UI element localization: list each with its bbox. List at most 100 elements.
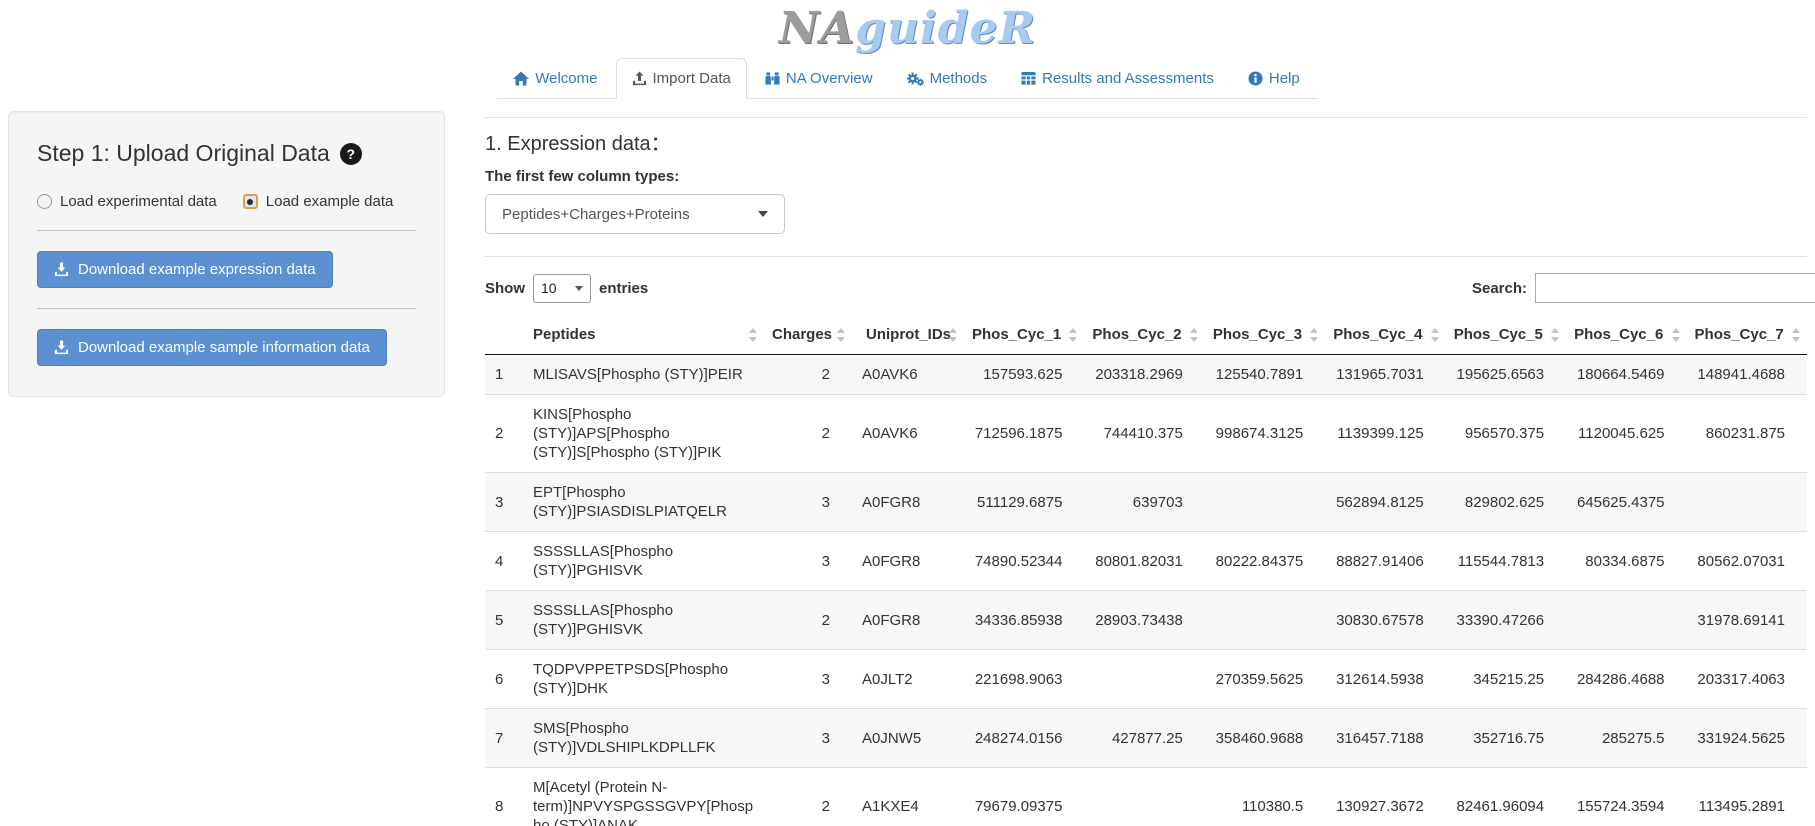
table-row: 1MLISAVS[Phospho (STY)]PEIR2A0AVK6157593… bbox=[485, 355, 1807, 395]
sort-icon bbox=[1792, 327, 1800, 343]
table-cell: A0FGR8 bbox=[852, 473, 964, 532]
table-row: 2KINS[Phospho (STY)]APS[Phospho (STY)]S[… bbox=[485, 395, 1807, 473]
table-cell: 248274.0156 bbox=[964, 709, 1084, 768]
table-cell: 3 bbox=[764, 650, 852, 709]
table-cell: KINS[Phospho (STY)]APS[Phospho (STY)]S[P… bbox=[519, 395, 764, 473]
table-cell: 3 bbox=[485, 473, 519, 532]
upload-icon bbox=[632, 71, 647, 86]
radio-label: Load example data bbox=[266, 193, 394, 210]
column-header-phos_cyc_1[interactable]: Phos_Cyc_1 bbox=[964, 315, 1084, 355]
table-cell bbox=[1084, 650, 1204, 709]
column-header-phos_cyc_3[interactable]: Phos_Cyc_3 bbox=[1205, 315, 1325, 355]
table-cell: 285275.5 bbox=[1566, 709, 1686, 768]
table-cell bbox=[1687, 473, 1807, 532]
table-cell: 956570.375 bbox=[1446, 395, 1566, 473]
sort-icon bbox=[837, 327, 845, 343]
radio-load-experimental-data[interactable]: Load experimental data bbox=[37, 193, 217, 210]
table-cell: 2 bbox=[764, 395, 852, 473]
table-cell: 155724.3594 bbox=[1566, 768, 1686, 826]
column-header-phos_cyc_4[interactable]: Phos_Cyc_4 bbox=[1325, 315, 1445, 355]
divider bbox=[37, 308, 416, 309]
page-length-select[interactable]: 10 bbox=[533, 274, 591, 303]
table-cell: 8 bbox=[485, 768, 519, 826]
data-source-radio-group: Load experimental data Load example data bbox=[37, 193, 416, 210]
table-cell: 195625.6563 bbox=[1446, 355, 1566, 395]
button-label: Download example sample information data bbox=[78, 339, 370, 356]
divider bbox=[485, 117, 1807, 118]
table-cell: 860231.875 bbox=[1687, 395, 1807, 473]
tab-label: NA Overview bbox=[786, 70, 873, 87]
table-cell: 80562.07031 bbox=[1687, 532, 1807, 591]
table-cell: 88827.91406 bbox=[1325, 532, 1445, 591]
button-label: Download example expression data bbox=[78, 261, 316, 278]
download-example-expression-data-button[interactable]: Download example expression data bbox=[37, 251, 333, 288]
table-cell: A0FGR8 bbox=[852, 532, 964, 591]
tab-import-data[interactable]: Import Data bbox=[616, 58, 747, 99]
download-icon bbox=[54, 340, 69, 355]
table-cell: 7 bbox=[485, 709, 519, 768]
table-row: 5SSSSLLAS[Phospho (STY)]PGHISVK2A0FGR834… bbox=[485, 591, 1807, 650]
table-cell: 6 bbox=[485, 650, 519, 709]
table-cell: 3 bbox=[764, 532, 852, 591]
column-header-phos_cyc_5[interactable]: Phos_Cyc_5 bbox=[1446, 315, 1566, 355]
table-cell: A1KXE4 bbox=[852, 768, 964, 826]
entries-label: entries bbox=[599, 280, 648, 297]
column-header-phos_cyc_6[interactable]: Phos_Cyc_6 bbox=[1566, 315, 1686, 355]
table-cell: 645625.4375 bbox=[1566, 473, 1686, 532]
column-header-uniprot_ids[interactable]: Uniprot_IDs bbox=[852, 315, 964, 355]
table-cell: 33390.47266 bbox=[1446, 591, 1566, 650]
tab-na-overview[interactable]: NA Overview bbox=[749, 58, 889, 99]
logo-part-guider: guideR bbox=[855, 3, 1036, 54]
table-cell bbox=[1084, 768, 1204, 826]
table-cell: 2 bbox=[764, 768, 852, 826]
table-cell: 511129.6875 bbox=[964, 473, 1084, 532]
table-cell: 2 bbox=[764, 355, 852, 395]
tab-label: Welcome bbox=[535, 70, 597, 87]
table-cell: SSSSLLAS[Phospho (STY)]PGHISVK bbox=[519, 591, 764, 650]
column-header-charges[interactable]: Charges bbox=[764, 315, 852, 355]
search-input[interactable] bbox=[1535, 273, 1815, 303]
home-icon bbox=[513, 71, 529, 86]
table-cell: 352716.75 bbox=[1446, 709, 1566, 768]
table-cell: 3 bbox=[764, 473, 852, 532]
table-cell: 1139399.125 bbox=[1325, 395, 1445, 473]
upload-panel: Step 1: Upload Original Data ? Load expe… bbox=[8, 111, 445, 397]
radio-label: Load experimental data bbox=[60, 193, 217, 210]
column-header-phos_cyc_7[interactable]: Phos_Cyc_7 bbox=[1687, 315, 1807, 355]
table-cell: EPT[Phospho (STY)]PSIASDISLPIATQELR bbox=[519, 473, 764, 532]
table-cell: 331924.5625 bbox=[1687, 709, 1807, 768]
table-cell: A0JLT2 bbox=[852, 650, 964, 709]
table-cell: 2 bbox=[485, 395, 519, 473]
table-cell: 5 bbox=[485, 591, 519, 650]
tab-results-and-assessments[interactable]: Results and Assessments bbox=[1005, 58, 1230, 99]
table-cell: 3 bbox=[764, 709, 852, 768]
column-header-phos_cyc_2[interactable]: Phos_Cyc_2 bbox=[1084, 315, 1204, 355]
sort-icon bbox=[1672, 327, 1680, 343]
tab-methods[interactable]: Methods bbox=[891, 58, 1004, 99]
app-logo: NAguideR bbox=[0, 0, 1815, 58]
table-cell: 131965.7031 bbox=[1325, 355, 1445, 395]
table-cell bbox=[1205, 591, 1325, 650]
tab-welcome[interactable]: Welcome bbox=[497, 58, 613, 99]
table-cell: 110380.5 bbox=[1205, 768, 1325, 826]
sort-icon bbox=[1069, 327, 1077, 343]
table-cell: 4 bbox=[485, 532, 519, 591]
table-cell: TQDPVPPETPSDS[Phospho (STY)]DHK bbox=[519, 650, 764, 709]
table-header-row: PeptidesChargesUniprot_IDsPhos_Cyc_1Phos… bbox=[485, 315, 1807, 355]
radio-load-example-data[interactable]: Load example data bbox=[243, 193, 394, 210]
table-cell: 203318.2969 bbox=[1084, 355, 1204, 395]
table-cell: A0AVK6 bbox=[852, 395, 964, 473]
table-cell: 157593.625 bbox=[964, 355, 1084, 395]
binoculars-icon bbox=[765, 71, 780, 86]
table-row: 7SMS[Phospho (STY)]VDLSHIPLKDPLLFK3A0JNW… bbox=[485, 709, 1807, 768]
tab-label: Results and Assessments bbox=[1042, 70, 1214, 87]
tab-help[interactable]: Help bbox=[1232, 58, 1316, 99]
column-types-select[interactable]: Peptides+Charges+Proteins bbox=[485, 194, 785, 234]
table-cell: 712596.1875 bbox=[964, 395, 1084, 473]
column-header-peptides[interactable]: Peptides bbox=[519, 315, 764, 355]
table-cell: A0JNW5 bbox=[852, 709, 964, 768]
cogs-icon bbox=[907, 71, 924, 86]
question-circle-icon[interactable]: ? bbox=[340, 143, 362, 165]
download-example-sample-information-data-button[interactable]: Download example sample information data bbox=[37, 329, 387, 366]
table-cell: 113495.2891 bbox=[1687, 768, 1807, 826]
